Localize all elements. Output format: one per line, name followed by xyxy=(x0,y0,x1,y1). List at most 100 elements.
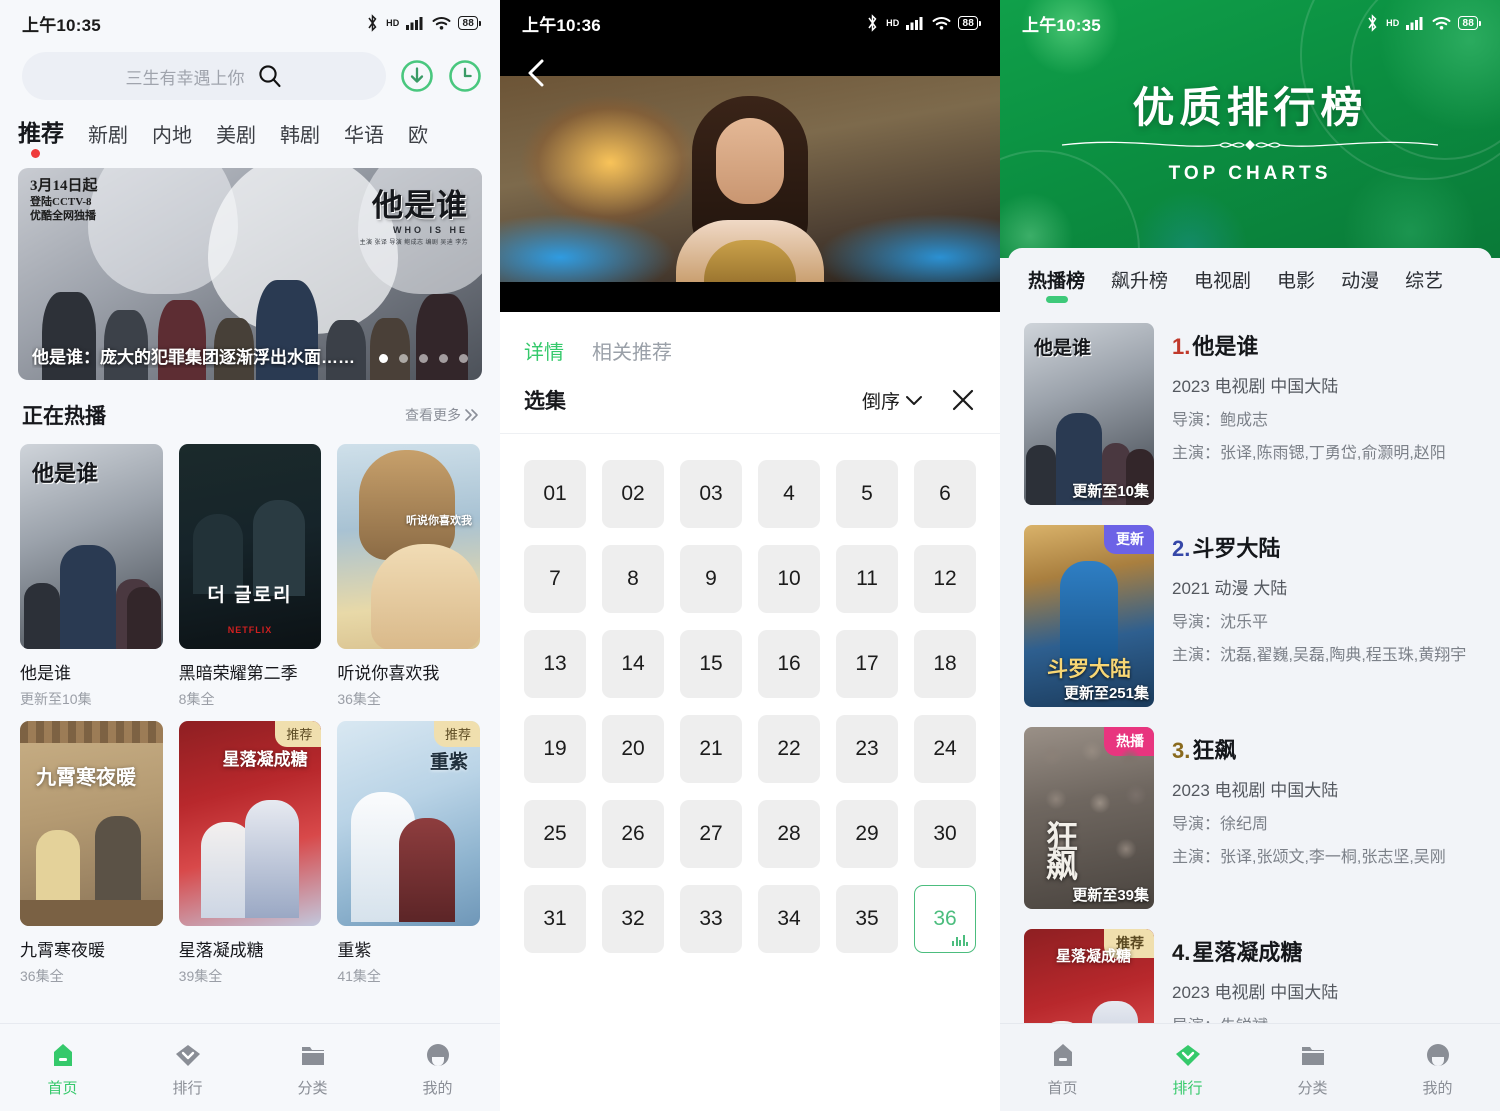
rank-list-item[interactable]: 他是谁 更新至10集 1.他是谁 2023 电视剧 中国大陆 导演：鲍成志 主演… xyxy=(1008,313,1492,515)
home-scroll-area[interactable]: 上午10:35 HD 88 三生有幸遇上你 推荐 新剧 内地 美剧 韩剧 华语 … xyxy=(0,0,500,1111)
episode-cell-21[interactable]: 21 xyxy=(680,715,742,783)
rank-list-item[interactable]: 更新 斗罗大陆 更新至251集 2.斗罗大陆 2021 动漫 大陆 导演：沈乐平… xyxy=(1008,515,1492,717)
show-card[interactable]: 推荐 重紫 重紫 41集全 xyxy=(337,721,480,986)
tab-飙升榜[interactable]: 飙升榜 xyxy=(1111,266,1168,307)
show-poster[interactable]: 推荐 重紫 xyxy=(337,721,480,926)
episode-cell-6[interactable]: 6 xyxy=(914,460,976,528)
banner-dot[interactable] xyxy=(379,354,388,363)
tabbar-item-分类[interactable]: 分类 xyxy=(1250,1038,1375,1098)
episode-cell-36[interactable]: 36 xyxy=(914,885,976,953)
banner-dot[interactable] xyxy=(459,354,468,363)
episode-cell-02[interactable]: 02 xyxy=(602,460,664,528)
search-input[interactable]: 三生有幸遇上你 xyxy=(22,52,386,100)
tabbar-item-排行[interactable]: 排行 xyxy=(1125,1038,1250,1098)
episode-cell-20[interactable]: 20 xyxy=(602,715,664,783)
tab-电视剧[interactable]: 电视剧 xyxy=(1194,266,1251,307)
tabbar-item-我的[interactable]: 我的 xyxy=(1375,1038,1500,1098)
episode-cell-9[interactable]: 9 xyxy=(680,545,742,613)
episode-cell-18[interactable]: 18 xyxy=(914,630,976,698)
rank-poster[interactable]: 他是谁 更新至10集 xyxy=(1024,323,1154,505)
close-icon[interactable] xyxy=(950,387,976,413)
show-poster[interactable]: 더 글로리 NETFLIX xyxy=(178,444,322,649)
show-poster[interactable]: 九霄寒夜暖 xyxy=(20,721,163,926)
tabbar-item-我的[interactable]: 我的 xyxy=(375,1038,500,1098)
episode-cell-10[interactable]: 10 xyxy=(758,545,820,613)
history-clock-icon[interactable] xyxy=(448,59,482,93)
banner-pagination-dots[interactable] xyxy=(379,354,468,363)
sort-order-button[interactable]: 倒序 xyxy=(862,387,924,414)
bottom-tabbar-home[interactable]: 首页 排行 分类 我的 xyxy=(0,1023,500,1111)
banner-dot[interactable] xyxy=(419,354,428,363)
episode-cell-03[interactable]: 03 xyxy=(680,460,742,528)
episode-cell-15[interactable]: 15 xyxy=(680,630,742,698)
episode-grid[interactable]: 01 02 03 4 5 6 7 8 9 10 11 12 13 14 15 16 17 18 19 20 21 22 23… xyxy=(500,434,1000,979)
rank-poster[interactable]: 热播 狂飙 更新至39集 xyxy=(1024,727,1154,909)
episode-cell-22[interactable]: 22 xyxy=(758,715,820,783)
hero-banner[interactable]: 3月14日起 登陆CCTV-8 优酷全网独播 他是谁 WHO IS HE 主演 … xyxy=(18,168,482,380)
tab-内地[interactable]: 内地 xyxy=(152,119,192,158)
episode-cell-23[interactable]: 23 xyxy=(836,715,898,783)
category-tabs[interactable]: 推荐 新剧 内地 美剧 韩剧 华语 欧 xyxy=(0,110,500,166)
show-poster[interactable]: 听说你喜欢我 xyxy=(337,444,480,649)
bottom-tabbar-rank[interactable]: 首页 排行 分类 我的 xyxy=(1000,1023,1500,1111)
episode-cell-17[interactable]: 17 xyxy=(836,630,898,698)
tab-韩剧[interactable]: 韩剧 xyxy=(280,119,320,158)
show-card[interactable]: 他是谁 他是谁 更新至10集 xyxy=(20,444,163,709)
episode-cell-30[interactable]: 30 xyxy=(914,800,976,868)
show-card[interactable]: 听说你喜欢我 听说你喜欢我 36集全 xyxy=(337,444,480,709)
back-chevron-icon[interactable] xyxy=(520,56,554,90)
tab-推荐[interactable]: 推荐 xyxy=(18,114,64,158)
tabbar-item-首页[interactable]: 首页 xyxy=(0,1038,125,1098)
episode-cell-5[interactable]: 5 xyxy=(836,460,898,528)
episode-cell-33[interactable]: 33 xyxy=(680,885,742,953)
tab-电影[interactable]: 电影 xyxy=(1277,266,1315,307)
rank-list-item[interactable]: 热播 狂飙 更新至39集 3.狂飙 2023 电视剧 中国大陆 导演：徐纪周 主… xyxy=(1008,717,1492,919)
tab-欧美[interactable]: 欧 xyxy=(408,119,428,158)
tabbar-item-首页[interactable]: 首页 xyxy=(1000,1038,1125,1098)
show-card[interactable]: 推荐 星落凝成糖 星落凝成糖 39集全 xyxy=(178,721,322,986)
search-icon[interactable] xyxy=(257,63,283,89)
show-poster[interactable]: 推荐 星落凝成糖 xyxy=(178,721,322,926)
episode-cell-13[interactable]: 13 xyxy=(524,630,586,698)
banner-dot[interactable] xyxy=(399,354,408,363)
episode-cell-24[interactable]: 24 xyxy=(914,715,976,783)
player-tabs[interactable]: 详情 相关推荐 xyxy=(500,312,1000,375)
episode-cell-35[interactable]: 35 xyxy=(836,885,898,953)
episode-cell-27[interactable]: 27 xyxy=(680,800,742,868)
tab-详情[interactable]: 详情 xyxy=(524,336,564,365)
rank-poster[interactable]: 更新 斗罗大陆 更新至251集 xyxy=(1024,525,1154,707)
episode-cell-01[interactable]: 01 xyxy=(524,460,586,528)
tab-相关推荐[interactable]: 相关推荐 xyxy=(592,336,672,365)
episode-cell-11[interactable]: 11 xyxy=(836,545,898,613)
tab-华语[interactable]: 华语 xyxy=(344,119,384,158)
rank-tabs[interactable]: 热播榜 飙升榜 电视剧 电影 动漫 综艺 xyxy=(1008,248,1492,311)
tabbar-item-分类[interactable]: 分类 xyxy=(250,1038,375,1098)
episode-cell-25[interactable]: 25 xyxy=(524,800,586,868)
episode-cell-31[interactable]: 31 xyxy=(524,885,586,953)
episode-cell-19[interactable]: 19 xyxy=(524,715,586,783)
episode-cell-4[interactable]: 4 xyxy=(758,460,820,528)
episode-cell-7[interactable]: 7 xyxy=(524,545,586,613)
tab-美剧[interactable]: 美剧 xyxy=(216,119,256,158)
show-card[interactable]: 九霄寒夜暖 九霄寒夜暖 36集全 xyxy=(20,721,163,986)
episode-cell-8[interactable]: 8 xyxy=(602,545,664,613)
video-player[interactable] xyxy=(500,46,1000,312)
tab-综艺[interactable]: 综艺 xyxy=(1405,266,1443,307)
episode-cell-14[interactable]: 14 xyxy=(602,630,664,698)
show-poster[interactable]: 他是谁 xyxy=(20,444,163,649)
view-more-button[interactable]: 查看更多 xyxy=(405,405,480,425)
tab-新剧[interactable]: 新剧 xyxy=(88,119,128,158)
tab-动漫[interactable]: 动漫 xyxy=(1341,266,1379,307)
show-card[interactable]: 더 글로리 NETFLIX 黑暗荣耀第二季 8集全 xyxy=(178,444,322,709)
tab-热播榜[interactable]: 热播榜 xyxy=(1028,266,1085,307)
episode-cell-28[interactable]: 28 xyxy=(758,800,820,868)
episode-cell-16[interactable]: 16 xyxy=(758,630,820,698)
episode-cell-32[interactable]: 32 xyxy=(602,885,664,953)
tabbar-item-排行[interactable]: 排行 xyxy=(125,1038,250,1098)
banner-dot[interactable] xyxy=(439,354,448,363)
download-circle-icon[interactable] xyxy=(400,59,434,93)
episode-cell-34[interactable]: 34 xyxy=(758,885,820,953)
episode-cell-12[interactable]: 12 xyxy=(914,545,976,613)
episode-cell-29[interactable]: 29 xyxy=(836,800,898,868)
episode-cell-26[interactable]: 26 xyxy=(602,800,664,868)
